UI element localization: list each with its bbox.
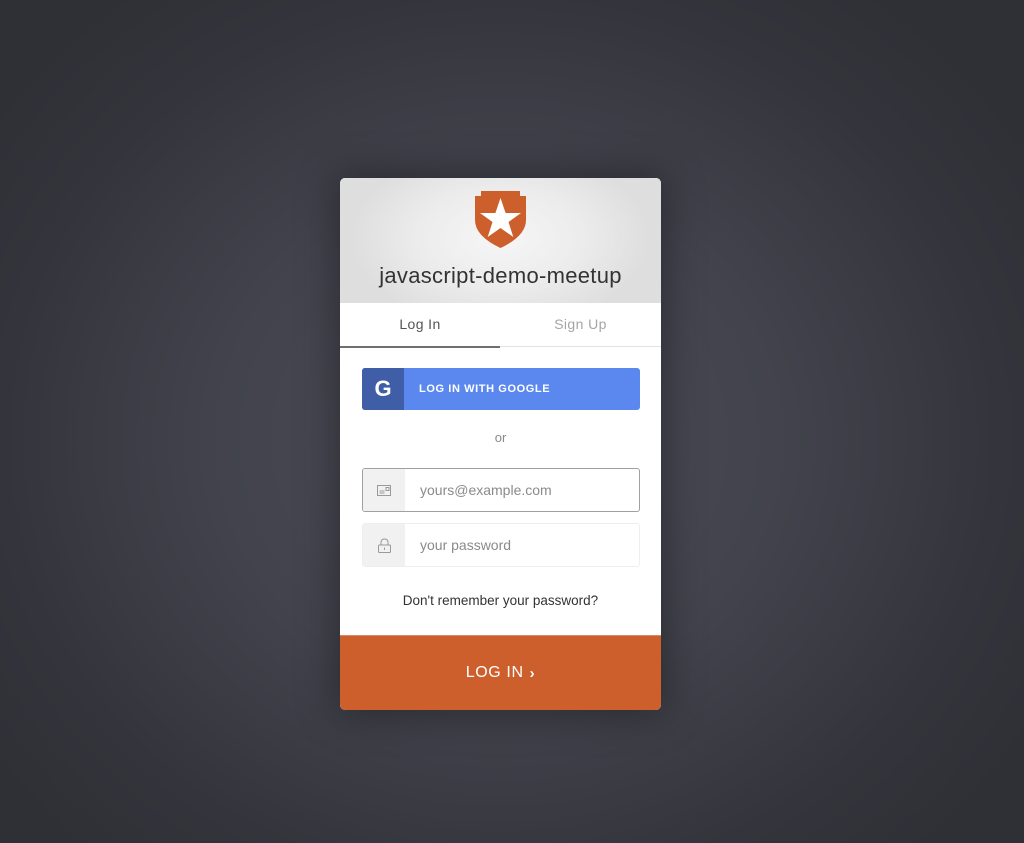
password-field — [362, 523, 640, 567]
forgot-password-link[interactable]: Don't remember your password? — [340, 593, 661, 608]
google-login-button[interactable]: G LOG IN WITH GOOGLE — [362, 368, 640, 410]
login-submit-label: LOG IN — [465, 664, 524, 681]
envelope-icon — [363, 469, 405, 511]
google-login-label: LOG IN WITH GOOGLE — [419, 383, 551, 395]
tab-log-in[interactable]: Log In — [340, 303, 500, 348]
email-input[interactable] — [405, 469, 639, 511]
password-input[interactable] — [405, 524, 639, 566]
auth-tabs: Log In Sign Up — [340, 303, 661, 348]
shield-star-icon — [475, 191, 526, 248]
chevron-right-icon: › — [529, 664, 536, 682]
lock-icon — [363, 524, 405, 566]
login-card: javascript-demo-meetup Log In Sign Up G … — [340, 178, 661, 710]
tab-sign-up[interactable]: Sign Up — [500, 303, 661, 347]
app-title: javascript-demo-meetup — [379, 263, 622, 288]
card-header: javascript-demo-meetup — [340, 178, 661, 303]
google-g-icon: G — [362, 368, 404, 410]
or-divider: or — [494, 430, 507, 445]
login-submit-button[interactable]: LOG IN › — [340, 635, 661, 710]
email-field — [362, 468, 640, 512]
